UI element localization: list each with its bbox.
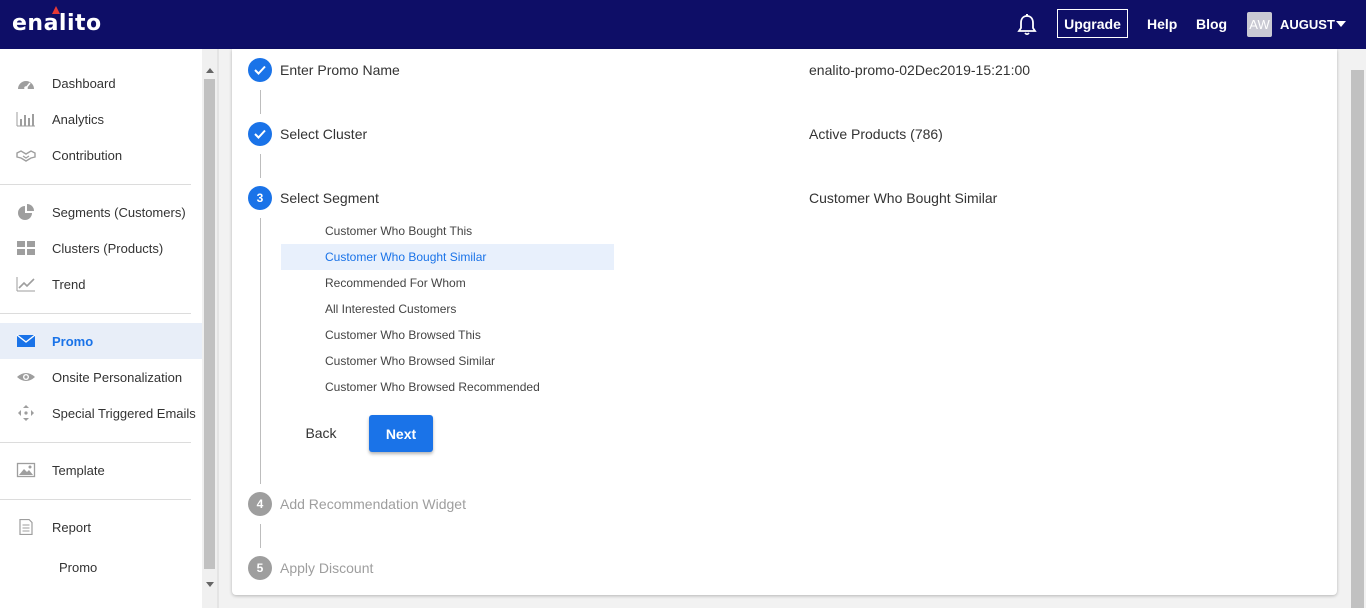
segment-option[interactable]: Customer Who Browsed This	[281, 322, 614, 348]
sidebar-item-report[interactable]: Report	[0, 509, 202, 545]
sidebar-item-trend[interactable]: Trend	[0, 266, 202, 302]
dashboard-icon	[16, 75, 36, 91]
segment-option[interactable]: Recommended For Whom	[281, 270, 614, 296]
user-name[interactable]: AUGUST	[1280, 17, 1335, 32]
step-5-number: 5	[248, 556, 272, 580]
step-4-title[interactable]: Add Recommendation Widget	[280, 496, 466, 512]
sidebar-item-label: Onsite Personalization	[52, 369, 183, 385]
segment-option[interactable]: Customer Who Browsed Recommended	[281, 374, 614, 400]
sidebar-item-label: Promo	[52, 333, 94, 349]
sidebar-divider	[0, 442, 191, 443]
mail-icon	[16, 333, 36, 349]
logo-mark	[52, 6, 60, 14]
logo[interactable]: enalito	[12, 11, 102, 36]
document-icon	[16, 518, 36, 536]
help-link[interactable]: Help	[1147, 16, 1177, 32]
segment-option-selected[interactable]: Customer Who Bought Similar	[281, 244, 614, 270]
bar-chart-icon	[16, 111, 36, 127]
sidebar-scrollbar-thumb[interactable]	[204, 79, 215, 569]
step-connector	[260, 90, 261, 114]
sidebar-divider	[0, 499, 191, 500]
bell-icon[interactable]	[1016, 13, 1038, 37]
sidebar-item-template[interactable]: Template	[0, 452, 202, 488]
segment-option[interactable]: Customer Who Browsed Similar	[281, 348, 614, 374]
avatar[interactable]: AW	[1247, 12, 1272, 37]
sidebar-item-label: Contribution	[52, 147, 123, 163]
blog-link[interactable]: Blog	[1196, 16, 1227, 32]
sidebar-item-label: Report	[52, 519, 92, 535]
trend-icon	[16, 276, 36, 292]
scroll-up-icon[interactable]	[206, 68, 214, 73]
segment-option[interactable]: All Interested Customers	[281, 296, 614, 322]
sidebar-item-label: Clusters (Products)	[52, 240, 164, 256]
step-3-title[interactable]: Select Segment	[280, 190, 379, 206]
move-icon	[16, 405, 36, 421]
sidebar-edge	[217, 49, 219, 608]
step-1-title[interactable]: Enter Promo Name	[280, 62, 400, 78]
sidebar-subitem-promo[interactable]: Promo	[59, 560, 97, 575]
sidebar-divider	[0, 184, 191, 185]
step-3-number: 3	[248, 186, 272, 210]
step-5-title[interactable]: Apply Discount	[280, 560, 373, 576]
pie-chart-icon	[16, 204, 36, 220]
sidebar-item-promo[interactable]: Promo	[0, 323, 202, 359]
scroll-down-icon[interactable]	[206, 582, 214, 587]
sidebar-item-contribution[interactable]: Contribution	[0, 137, 202, 173]
step-2-title[interactable]: Select Cluster	[280, 126, 367, 142]
sidebar-divider	[0, 313, 191, 314]
chevron-down-icon[interactable]	[1336, 21, 1346, 27]
step-connector	[260, 154, 261, 178]
sidebar-item-special-triggered-emails[interactable]: Special Triggered Emails	[0, 395, 202, 431]
sidebar-item-label: Dashboard	[52, 75, 116, 91]
sidebar-item-segments[interactable]: Segments (Customers)	[0, 194, 202, 230]
step-2-value: Active Products (786)	[809, 126, 943, 142]
step-1-check-icon	[248, 58, 272, 82]
top-bar: enalito Upgrade Help Blog AW AUGUST	[0, 0, 1366, 49]
segment-option[interactable]: Customer Who Bought This	[281, 218, 614, 244]
grid-icon	[16, 240, 36, 256]
sidebar-item-onsite-personalization[interactable]: Onsite Personalization	[0, 359, 202, 395]
sidebar-item-label: Analytics	[52, 111, 105, 127]
sidebar-item-label: Special Triggered Emails	[52, 405, 196, 421]
step-1-value: enalito-promo-02Dec2019-15:21:00	[809, 62, 1031, 78]
sidebar-item-analytics[interactable]: Analytics	[0, 101, 202, 137]
sidebar-item-clusters[interactable]: Clusters (Products)	[0, 230, 202, 266]
step-3-value: Customer Who Bought Similar	[809, 190, 998, 206]
step-connector	[260, 218, 261, 484]
sidebar-item-label: Segments (Customers)	[52, 204, 186, 220]
upgrade-button[interactable]: Upgrade	[1057, 9, 1128, 38]
step-2-check-icon	[248, 122, 272, 146]
sidebar-item-dashboard[interactable]: Dashboard	[0, 65, 202, 101]
page-scrollbar-thumb[interactable]	[1351, 70, 1364, 608]
back-button[interactable]: Back	[289, 417, 353, 449]
sidebar: Dashboard Analytics Contribution Segment…	[0, 49, 202, 608]
step-connector	[260, 524, 261, 548]
sidebar-item-label: Trend	[52, 276, 86, 292]
handshake-icon	[16, 147, 36, 163]
next-button[interactable]: Next	[369, 415, 433, 452]
sidebar-item-label: Template	[52, 462, 105, 478]
step-4-number: 4	[248, 492, 272, 516]
eye-icon	[16, 369, 36, 385]
image-icon	[16, 462, 36, 478]
